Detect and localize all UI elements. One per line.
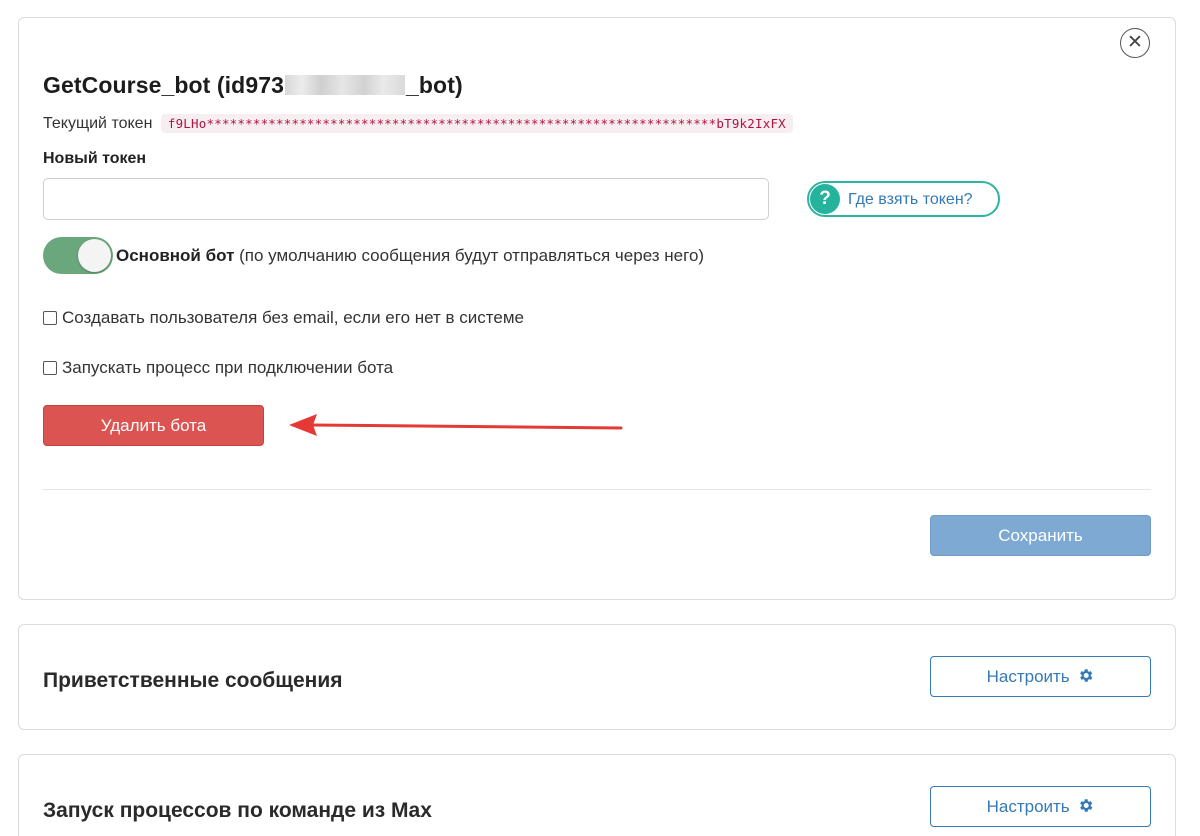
bot-title-suffix: _bot): [406, 72, 463, 98]
welcome-configure-button[interactable]: Настроить: [930, 656, 1151, 697]
annotation-arrow: [289, 414, 623, 436]
token-help-button[interactable]: ? Где взять токен?: [807, 181, 1000, 217]
current-token-value: f9LHo***********************************…: [160, 114, 793, 133]
welcome-configure-label: Настроить: [986, 667, 1070, 686]
welcome-messages-panel: Приветственные сообщения Настроить: [18, 624, 1176, 730]
create-user-checkbox[interactable]: [43, 311, 57, 325]
create-user-checkbox-label: Создавать пользователя без email, если е…: [62, 308, 524, 327]
start-process-checkbox[interactable]: [43, 361, 57, 375]
create-user-option: Создавать пользователя без email, если е…: [43, 308, 524, 328]
bot-settings-panel: ✕ GetCourse_bot (id973 _bot) Текущий токе…: [18, 17, 1176, 600]
process-launch-panel: Запуск процессов по команде из Max Настр…: [18, 754, 1176, 836]
welcome-messages-title: Приветственные сообщения: [43, 669, 343, 692]
main-bot-toggle[interactable]: [43, 237, 113, 274]
new-token-input[interactable]: [43, 178, 769, 220]
process-configure-button[interactable]: Настроить: [930, 786, 1151, 827]
delete-bot-button[interactable]: Удалить бота: [43, 405, 264, 446]
main-bot-label-bold: Основной бот: [116, 246, 235, 265]
main-bot-toggle-label: Основной бот (по умолчанию сообщения буд…: [116, 246, 704, 266]
toggle-knob: [78, 239, 111, 272]
current-token-row: Текущий токен f9LHo*********************…: [43, 114, 793, 133]
gear-icon: [1080, 799, 1093, 812]
token-help-label: Где взять токен?: [848, 191, 973, 208]
bot-title-prefix: GetCourse_bot (id973: [43, 72, 284, 98]
new-token-label: Новый токен: [43, 150, 147, 167]
save-button[interactable]: Сохранить: [930, 515, 1151, 556]
start-process-checkbox-label: Запускать процесс при подключении бота: [62, 358, 394, 377]
process-configure-label: Настроить: [986, 797, 1070, 816]
redacted-id-blur: [285, 75, 405, 95]
start-process-option: Запускать процесс при подключении бота: [43, 358, 393, 378]
divider: [43, 489, 1151, 490]
close-icon[interactable]: ✕: [1120, 28, 1150, 58]
question-icon: ?: [810, 184, 840, 214]
gear-icon: [1080, 669, 1093, 682]
process-launch-title: Запуск процессов по команде из Max: [43, 799, 432, 822]
current-token-label: Текущий токен: [43, 115, 153, 132]
bot-title: GetCourse_bot (id973 _bot): [43, 72, 463, 99]
main-bot-label-rest: (по умолчанию сообщения будут отправлять…: [239, 246, 705, 265]
